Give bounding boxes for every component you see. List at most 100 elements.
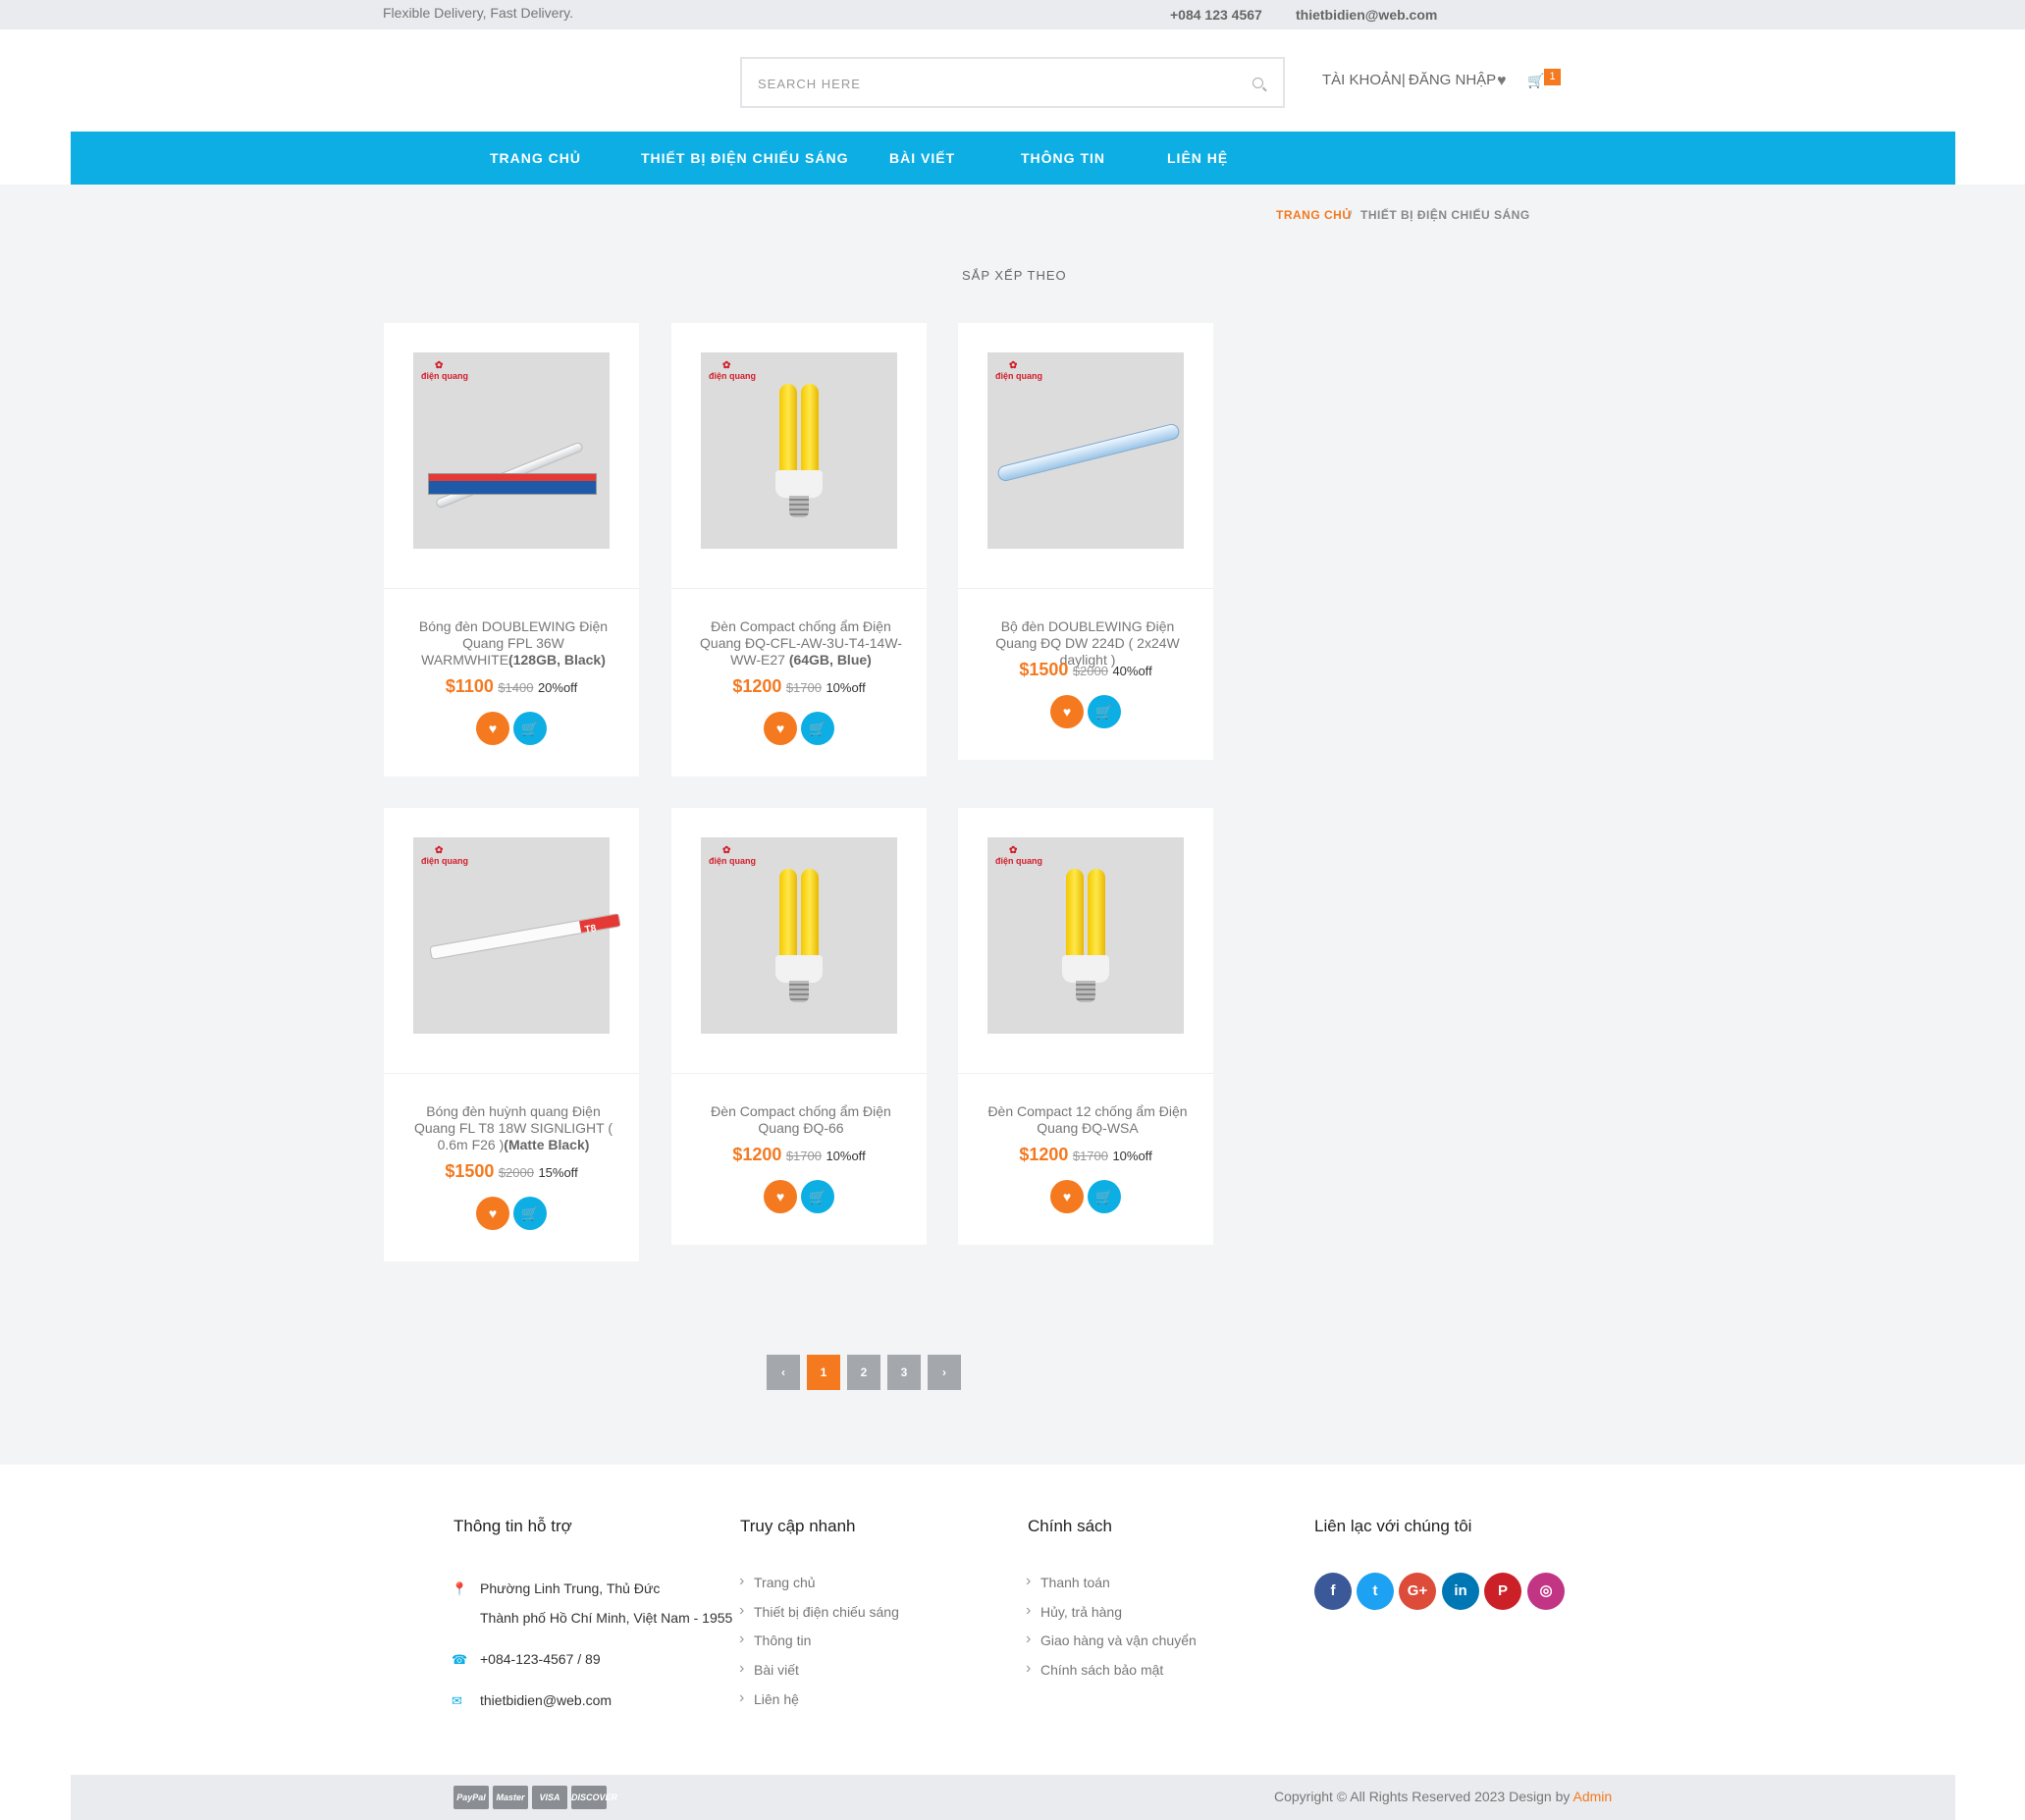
add-to-cart-icon[interactable]: 🛒 [513, 712, 547, 745]
header-phone[interactable]: +084 123 4567 [1170, 7, 1262, 23]
breadcrumb-current: THIẾT BỊ ĐIỆN CHIẾU SÁNG [1360, 208, 1530, 222]
product-title[interactable]: Bóng đèn huỳnh quang Điện Quang FL T8 18… [407, 1103, 619, 1153]
add-to-cart-icon[interactable]: 🛒 [1088, 1180, 1121, 1213]
add-to-cart-icon[interactable]: 🛒 [513, 1197, 547, 1230]
pinterest-icon[interactable]: P [1484, 1573, 1521, 1610]
product-card[interactable]: điện quang Bộ đèn DOUBLEWING Điện Quang … [958, 323, 1213, 760]
footer-link-info[interactable]: Thông tin [739, 1631, 811, 1648]
envelope-icon: ✉ [452, 1693, 462, 1708]
mastercard-icon: Master [493, 1786, 528, 1809]
product-old-price: $1700 [785, 1149, 822, 1163]
discover-icon: DISCOVER [571, 1786, 617, 1809]
card-divider [384, 1073, 639, 1074]
product-old-price: $1700 [785, 680, 822, 695]
product-actions: ♥ 🛒 [958, 695, 1213, 728]
nav-lighting[interactable]: THIẾT BỊ ĐIỆN CHIẾU SÁNG [641, 150, 848, 166]
product-image[interactable]: điện quang [987, 352, 1184, 549]
product-image[interactable]: điện quang [701, 837, 897, 1034]
product-image[interactable]: điện quang [413, 352, 610, 549]
nav-articles[interactable]: BÀI VIẾT [889, 150, 955, 166]
payment-methods: PayPal Master VISA DISCOVER [453, 1786, 617, 1809]
twitter-icon[interactable]: t [1357, 1573, 1394, 1610]
add-to-cart-icon[interactable]: 🛒 [801, 1180, 834, 1213]
pagination-page-2[interactable]: 2 [847, 1355, 880, 1390]
breadcrumb-separator: / [1349, 208, 1353, 222]
product-actions: ♥ 🛒 [384, 712, 639, 745]
add-to-wishlist-heart-icon[interactable]: ♥ [476, 712, 509, 745]
product-price: $1200 [1019, 1145, 1069, 1164]
account-link[interactable]: TÀI KHOẢN| [1322, 72, 1406, 88]
product-title[interactable]: Đèn Compact chống ẩm Điện Quang ĐQ-CFL-A… [695, 618, 907, 669]
footer-address-line2: Thành phố Hồ Chí Minh, Việt Nam - 1955 [480, 1610, 733, 1626]
copyright-text: Copyright © All Rights Reserved 2023 Des… [1274, 1789, 1613, 1804]
footer-policy-payment[interactable]: Thanh toán [1026, 1573, 1110, 1590]
product-card[interactable]: điện quang Bóng đèn DOUBLEWING Điện Quan… [384, 323, 639, 776]
nav-contact[interactable]: LIÊN HỆ [1167, 150, 1228, 166]
footer-quick-links-heading: Truy cập nhanh [740, 1517, 856, 1535]
footer-link-contact[interactable]: Liên hệ [739, 1689, 799, 1707]
copyright-admin-link[interactable]: Admin [1572, 1789, 1612, 1804]
product-image[interactable]: điện quang T8 [413, 837, 621, 1034]
add-to-wishlist-heart-icon[interactable]: ♥ [1050, 1180, 1084, 1213]
footer-policy-returns[interactable]: Hủy, trả hàng [1026, 1602, 1122, 1620]
breadcrumb-home[interactable]: TRANG CHỦ [1276, 208, 1352, 222]
product-prices: $1500 $2000 15%off [384, 1161, 639, 1182]
wishlist-heart-icon[interactable]: ♥ [1497, 73, 1507, 90]
product-title[interactable]: Đèn Compact chống ẩm Điện Quang ĐQ-66 [695, 1103, 907, 1137]
add-to-wishlist-heart-icon[interactable]: ♥ [1050, 695, 1084, 728]
add-to-wishlist-heart-icon[interactable]: ♥ [764, 712, 797, 745]
card-divider [958, 588, 1213, 589]
product-prices: $1200 $1700 10%off [958, 1145, 1213, 1165]
footer-link-lighting[interactable]: Thiết bị điện chiếu sáng [739, 1602, 899, 1620]
footer-policy-shipping[interactable]: Giao hàng và vận chuyển [1026, 1631, 1197, 1648]
product-card[interactable]: điện quang Đèn Compact 12 chống ẩm Điện … [958, 808, 1213, 1245]
add-to-wishlist-heart-icon[interactable]: ♥ [476, 1197, 509, 1230]
product-box-graphic [428, 473, 597, 495]
product-image[interactable]: điện quang [701, 352, 897, 549]
nav-home[interactable]: TRANG CHỦ [490, 150, 581, 166]
instagram-icon[interactable]: ◎ [1527, 1573, 1565, 1610]
header-email[interactable]: thietbidien@web.com [1296, 7, 1437, 23]
main-nav: TRANG CHỦ THIẾT BỊ ĐIỆN CHIẾU SÁNG BÀI V… [71, 132, 1955, 185]
product-card[interactable]: điện quang Đèn Compact chống ẩm Điện Qua… [671, 808, 927, 1245]
search-input[interactable]: SEARCH HERE [740, 57, 1285, 108]
t8-tube-graphic: T8 [429, 913, 621, 960]
footer-email[interactable]: thietbidien@web.com [480, 1692, 612, 1708]
fixture-lamp-graphic [995, 422, 1182, 483]
linkedin-icon[interactable]: in [1442, 1573, 1479, 1610]
footer-link-home[interactable]: Trang chủ [739, 1573, 815, 1590]
product-title[interactable]: Đèn Compact 12 chống ẩm Điện Quang ĐQ-WS… [982, 1103, 1194, 1137]
sort-by-label[interactable]: SẮP XẾP THEO [962, 268, 1067, 283]
product-discount: 10%off [826, 1149, 866, 1163]
footer-phone[interactable]: +084-123-4567 / 89 [480, 1651, 601, 1667]
product-actions: ♥ 🛒 [958, 1180, 1213, 1213]
product-discount: 10%off [1112, 1149, 1152, 1163]
pagination-next[interactable]: › [928, 1355, 961, 1390]
product-prices: $1200 $1700 10%off [671, 676, 927, 697]
pagination-prev[interactable]: ‹ [767, 1355, 800, 1390]
login-link[interactable]: ĐĂNG NHẬP [1409, 72, 1496, 88]
brand-logo: điện quang [995, 360, 1042, 381]
product-card[interactable]: điện quang T8 Bóng đèn huỳnh quang Điện … [384, 808, 639, 1261]
add-to-wishlist-heart-icon[interactable]: ♥ [764, 1180, 797, 1213]
cart-icon[interactable]: 🛒 [1527, 73, 1544, 89]
product-prices: $1200 $1700 10%off [671, 1145, 927, 1165]
product-card[interactable]: điện quang Đèn Compact chống ẩm Điện Qua… [671, 323, 927, 776]
add-to-cart-icon[interactable]: 🛒 [1088, 695, 1121, 728]
search-icon[interactable] [1252, 78, 1263, 88]
yellow-bulb-graphic [775, 869, 823, 1006]
brand-logo: điện quang [995, 845, 1042, 866]
google-plus-icon[interactable]: G+ [1399, 1573, 1436, 1610]
footer-link-articles[interactable]: Bài viết [739, 1660, 799, 1678]
brand-logo: điện quang [709, 360, 756, 381]
nav-info[interactable]: THÔNG TIN [1021, 150, 1105, 166]
product-title[interactable]: Bóng đèn DOUBLEWING Điện Quang FPL 36W W… [407, 618, 619, 669]
footer-policy-privacy[interactable]: Chính sách bảo mật [1026, 1660, 1163, 1678]
add-to-cart-icon[interactable]: 🛒 [801, 712, 834, 745]
pagination-page-3[interactable]: 3 [887, 1355, 921, 1390]
facebook-icon[interactable]: f [1314, 1573, 1352, 1610]
top-bar: Flexible Delivery, Fast Delivery. +084 1… [0, 0, 2025, 29]
cart-count-badge: 1 [1544, 69, 1561, 85]
product-image[interactable]: điện quang [987, 837, 1184, 1034]
pagination-page-1[interactable]: 1 [807, 1355, 840, 1390]
